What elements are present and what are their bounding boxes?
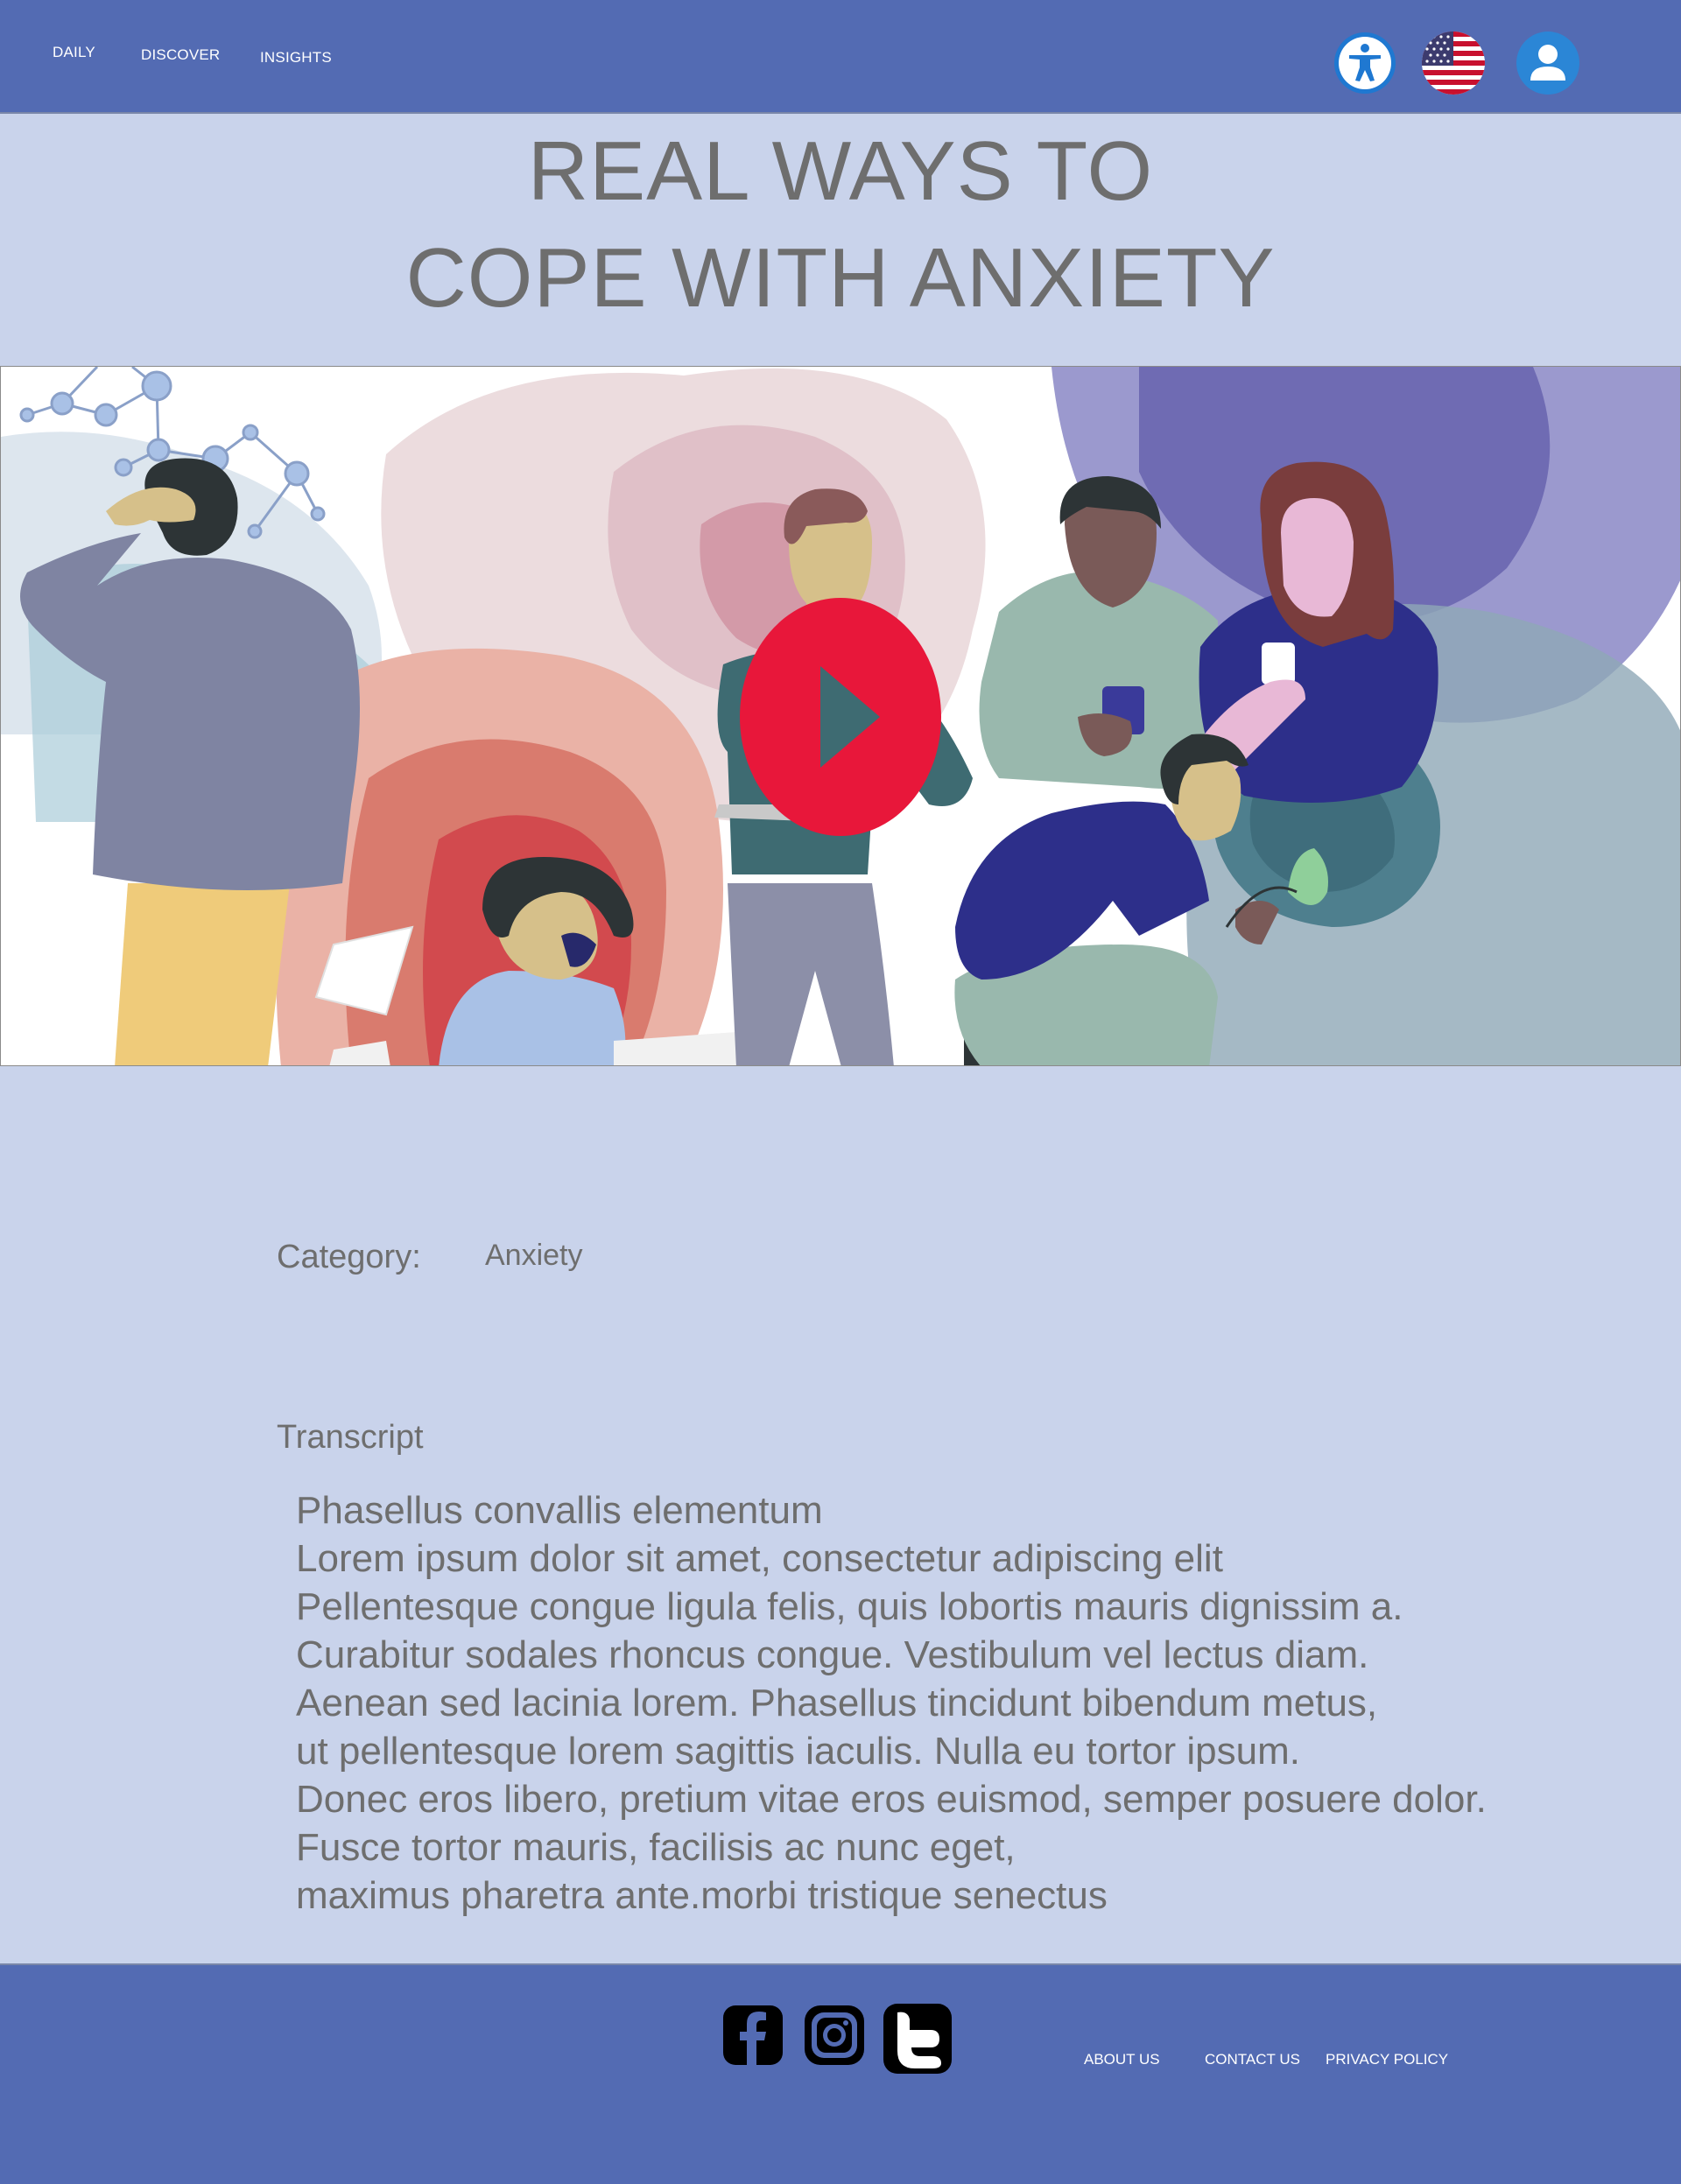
transcript-line: maximus pharetra ante.morbi tristique se… [296, 1874, 1108, 1917]
transcript-line: Aenean sed lacinia lorem. Phasellus tinc… [296, 1682, 1378, 1724]
play-button[interactable] [740, 598, 941, 836]
transcript-heading: Transcript [277, 1419, 424, 1456]
footer-link-contact[interactable]: CONTACT US [1205, 2051, 1300, 2068]
facebook-icon[interactable] [721, 2004, 784, 2071]
footer-link-about[interactable]: ABOUT US [1084, 2051, 1160, 2068]
twitter-icon[interactable] [882, 2004, 953, 2080]
transcript-line: Fusce tortor mauris, facilisis ac nunc e… [296, 1826, 1016, 1869]
transcript-line: Donec eros libero, pretium vitae eros eu… [296, 1778, 1487, 1821]
nav-insights[interactable]: INSIGHTS [260, 49, 332, 67]
page-title: REAL WAYS TO COPE WITH ANXIETY [0, 118, 1681, 332]
nav-daily[interactable]: DAILY [53, 44, 95, 61]
transcript-line: Lorem ipsum dolor sit amet, consectetur … [296, 1537, 1223, 1580]
accessibility-icon[interactable] [1333, 32, 1396, 95]
transcript-line: Phasellus convallis elementum [296, 1489, 823, 1532]
us-flag-icon[interactable] [1422, 32, 1485, 95]
page-footer [0, 1963, 1681, 2184]
play-icon [740, 598, 941, 836]
category-label: Category: [277, 1239, 421, 1275]
nav-discover[interactable]: DISCOVER [141, 46, 220, 64]
transcript-line: Pellentesque congue ligula felis, quis l… [296, 1585, 1403, 1628]
category-value: Anxiety [485, 1239, 583, 1272]
top-header: DAILY DISCOVER INSIGHTS [0, 0, 1681, 114]
transcript-line: ut pellentesque lorem sagittis iaculis. … [296, 1730, 1300, 1773]
user-profile-icon[interactable] [1516, 32, 1579, 95]
instagram-icon[interactable] [803, 2004, 866, 2071]
transcript-body: Phasellus convallis elementum Lorem ipsu… [296, 1486, 1644, 1920]
title-line: COPE WITH ANXIETY [405, 231, 1276, 325]
transcript-line: Curabitur sodales rhoncus congue. Vestib… [296, 1633, 1369, 1676]
footer-link-privacy[interactable]: PRIVACY POLICY [1326, 2051, 1448, 2068]
title-line: REAL WAYS TO [527, 124, 1154, 218]
